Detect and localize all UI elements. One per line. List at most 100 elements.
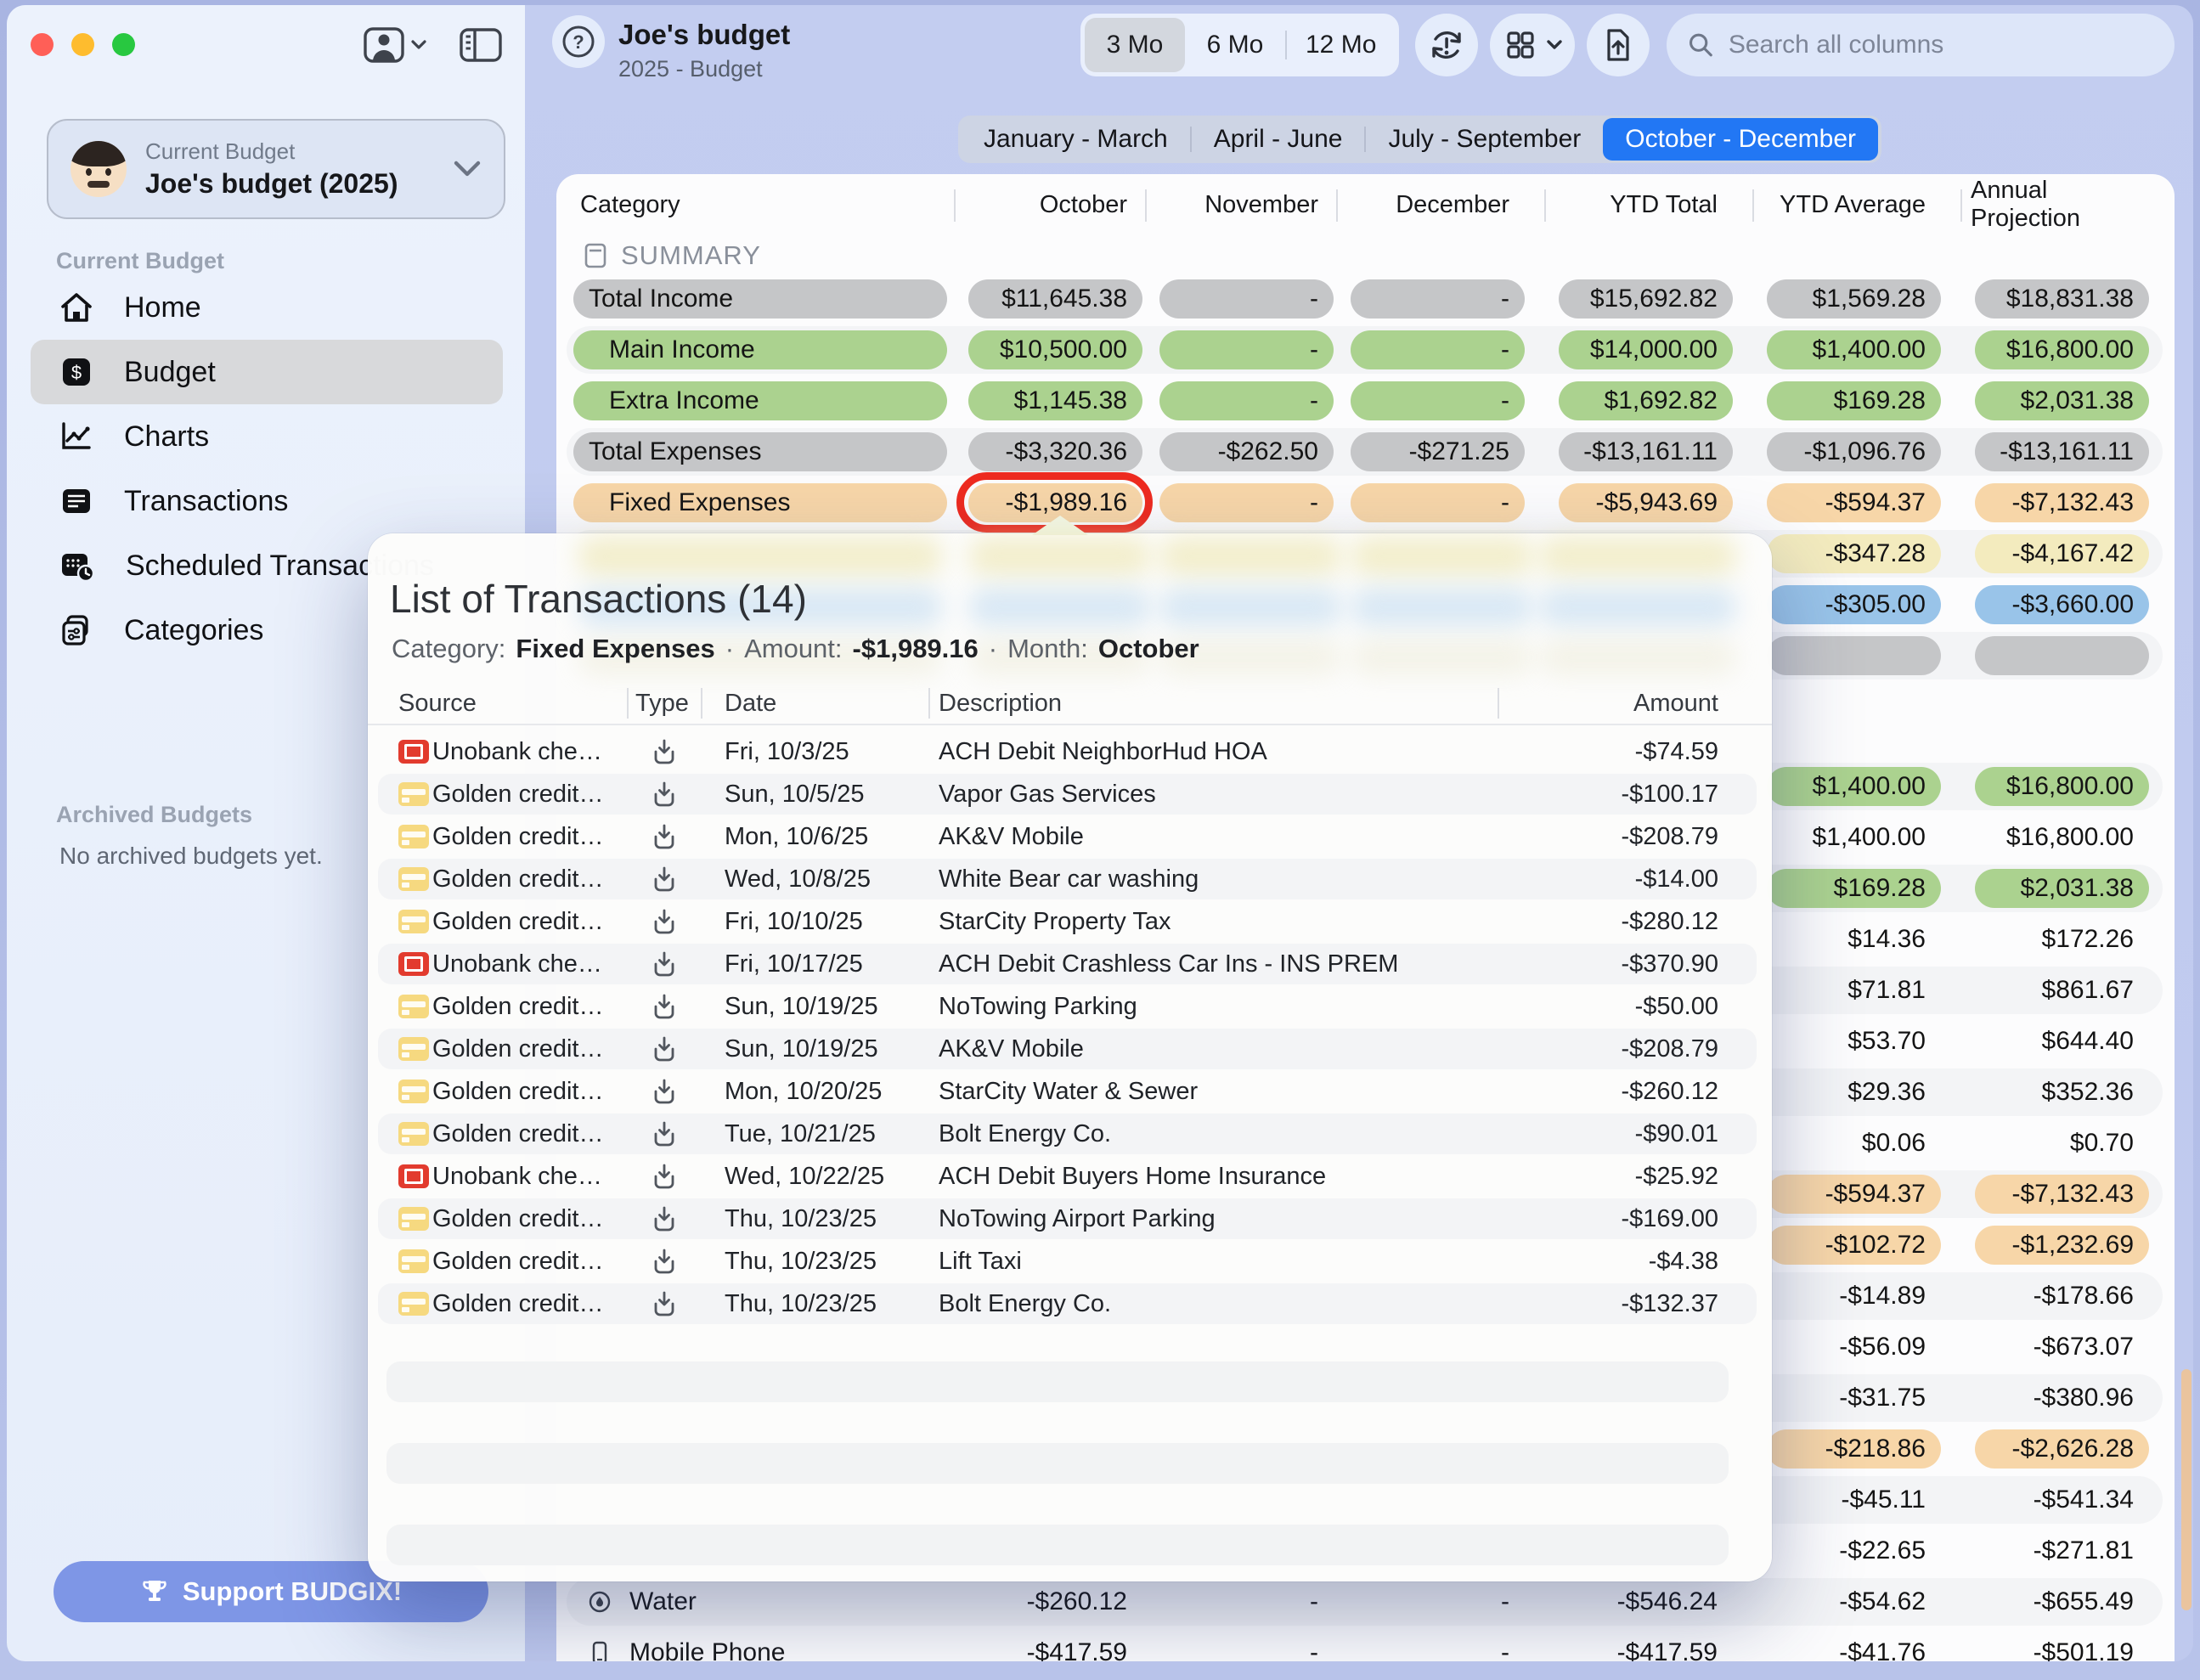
table-row[interactable]: Main Income$10,500.00--$14,000.00$1,400.… <box>556 324 2175 375</box>
sidebar-item-label: Home <box>124 291 201 324</box>
range-option-12-mo[interactable]: 12 Mo <box>1287 18 1395 72</box>
transaction-row[interactable]: Unobank che…Wed, 10/22/25ACH Debit Buyer… <box>368 1155 1772 1198</box>
transaction-row[interactable]: Unobank che…Fri, 10/17/25ACH Debit Crash… <box>368 943 1772 985</box>
txn-date: Thu, 10/23/25 <box>725 1198 877 1240</box>
toggle-sidebar-button[interactable] <box>459 26 503 64</box>
value-pill: - <box>1159 279 1334 319</box>
value-cell: -$1,232.69 <box>1975 1226 2149 1265</box>
category-pill: Main Income <box>573 330 947 369</box>
import-icon <box>652 1240 677 1283</box>
table-row[interactable]: Fixed Expenses-$1,989.16---$5,943.69-$59… <box>556 477 2175 528</box>
zoom-window-button[interactable] <box>112 33 135 56</box>
trophy-icon <box>140 1577 169 1606</box>
help-button[interactable]: ? <box>552 15 605 68</box>
range-option-6-mo[interactable]: 6 Mo <box>1185 18 1285 72</box>
transaction-row[interactable]: Golden credit…Thu, 10/23/25Bolt Energy C… <box>368 1283 1772 1325</box>
close-window-button[interactable] <box>31 33 54 56</box>
sync-alert-button[interactable] <box>1415 14 1478 76</box>
value-pill: -$3,320.36 <box>968 432 1142 471</box>
transaction-row[interactable]: Golden credit…Sun, 10/19/25AK&V Mobile-$… <box>368 1028 1772 1070</box>
table-row[interactable]: Mobile Phone-$417.59---$417.59-$41.76-$5… <box>556 1627 2175 1661</box>
txn-source: Golden credit… <box>432 1113 604 1155</box>
home-icon <box>59 291 93 324</box>
tab-april-june[interactable]: April - June <box>1192 118 1365 161</box>
transaction-row[interactable]: Golden credit…Wed, 10/8/25White Bear car… <box>368 858 1772 900</box>
txn-source: Golden credit… <box>432 1070 604 1113</box>
txn-amount: -$208.79 <box>1622 1028 1719 1070</box>
import-icon <box>652 1198 677 1240</box>
category-pill: Extra Income <box>573 381 947 420</box>
txn-column-header-description[interactable]: Description <box>939 683 1062 724</box>
value-cell: -$546.24 <box>1559 1582 1733 1621</box>
sidebar-item-transactions[interactable]: Transactions <box>31 469 503 533</box>
table-row[interactable]: Total Income$11,645.38--$15,692.82$1,569… <box>556 273 2175 324</box>
column-header-november[interactable]: November <box>1155 174 1318 235</box>
txn-description: AK&V Mobile <box>939 1028 1084 1070</box>
txn-column-header-type[interactable]: Type <box>635 683 689 724</box>
credit-card-icon <box>398 1113 429 1155</box>
scrollbar-thumb[interactable] <box>2181 1369 2192 1610</box>
txn-amount: -$90.01 <box>1635 1113 1718 1155</box>
txn-column-header-amount[interactable]: Amount <box>1633 683 1718 724</box>
txn-amount: -$208.79 <box>1622 815 1719 858</box>
sidebar-item-budget[interactable]: $Budget <box>31 340 503 404</box>
transaction-row[interactable]: Golden credit…Mon, 10/20/25StarCity Wate… <box>368 1070 1772 1113</box>
tab-july-september[interactable]: July - September <box>1366 118 1603 161</box>
value-pill: $1,692.82 <box>1559 381 1733 420</box>
transaction-row[interactable]: Golden credit…Fri, 10/10/25StarCity Prop… <box>368 900 1772 943</box>
value-pill: -$3,660.00 <box>1975 585 2149 624</box>
credit-card-icon <box>398 900 429 943</box>
column-header-ytd-total[interactable]: YTD Total <box>1554 174 1718 235</box>
transaction-row[interactable]: Unobank che…Fri, 10/3/25ACH Debit Neighb… <box>368 730 1772 773</box>
layout-menu-button[interactable] <box>1490 14 1575 76</box>
value-cell: $14.36 <box>1767 920 1941 959</box>
value-pill: -$4,167.42 <box>1975 534 2149 573</box>
category-pill: Total Expenses <box>573 432 947 471</box>
txn-column-header-date[interactable]: Date <box>725 683 776 724</box>
tab-october-december[interactable]: October - December <box>1603 118 1878 161</box>
budget-selector[interactable]: Current Budget Joe's budget (2025) <box>47 119 505 219</box>
value-cell: $0.06 <box>1767 1124 1941 1163</box>
page-title: Joe's budget <box>618 19 790 51</box>
search-icon <box>1687 30 1715 60</box>
import-file-button[interactable] <box>1587 14 1650 76</box>
column-header-december[interactable]: December <box>1346 174 1509 235</box>
sidebar-item-home[interactable]: Home <box>31 275 503 340</box>
value-cell: -$45.11 <box>1767 1480 1941 1519</box>
import-icon <box>652 900 677 943</box>
column-header-category[interactable]: Category <box>580 174 937 235</box>
txn-source: Golden credit… <box>432 773 604 815</box>
svg-text:?: ? <box>573 31 584 53</box>
transaction-row[interactable]: Golden credit…Thu, 10/23/25Lift Taxi-$4.… <box>368 1240 1772 1283</box>
value-cell: -$178.66 <box>1975 1277 2149 1316</box>
minimize-window-button[interactable] <box>71 33 94 56</box>
search-input[interactable] <box>1729 31 2154 59</box>
category-label: Mobile Phone <box>587 1627 785 1661</box>
txn-amount: -$260.12 <box>1622 1070 1719 1113</box>
value-cell: -$7,132.43 <box>1975 1175 2149 1214</box>
table-row[interactable]: Water-$260.12---$546.24-$54.62-$655.49 <box>556 1576 2175 1627</box>
value-cell: $861.67 <box>1975 971 2149 1010</box>
transaction-row[interactable]: Golden credit…Tue, 10/21/25Bolt Energy C… <box>368 1113 1772 1155</box>
column-header-october[interactable]: October <box>964 174 1127 235</box>
table-row[interactable]: Extra Income$1,145.38--$1,692.82$169.28$… <box>556 375 2175 426</box>
value-cell: -$417.59 <box>1559 1633 1733 1661</box>
value-pill: -$347.28 <box>1767 534 1941 573</box>
range-option-3-mo[interactable]: 3 Mo <box>1085 18 1185 72</box>
txn-column-header-source[interactable]: Source <box>398 683 477 724</box>
value-pill: -$262.50 <box>1159 432 1334 471</box>
column-header-ytd-average[interactable]: YTD Average <box>1763 174 1926 235</box>
tab-january-march[interactable]: January - March <box>962 118 1190 161</box>
transaction-row[interactable]: Golden credit…Sun, 10/5/25Vapor Gas Serv… <box>368 773 1772 815</box>
txn-date: Wed, 10/22/25 <box>725 1155 884 1198</box>
transaction-row[interactable]: Golden credit…Thu, 10/23/25NoTowing Airp… <box>368 1198 1772 1240</box>
value-cell: -$380.96 <box>1975 1378 2149 1418</box>
column-header-annual-projection[interactable]: Annual Projection <box>1971 174 2134 235</box>
account-menu-button[interactable] <box>362 25 426 65</box>
search-bar[interactable] <box>1667 14 2175 76</box>
transaction-row[interactable]: Golden credit…Sun, 10/19/25NoTowing Park… <box>368 985 1772 1028</box>
transaction-row[interactable]: Golden credit…Mon, 10/6/25AK&V Mobile-$2… <box>368 815 1772 858</box>
table-row[interactable]: Total Expenses-$3,320.36-$262.50-$271.25… <box>556 426 2175 477</box>
sidebar-item-charts[interactable]: Charts <box>31 404 503 469</box>
value-cell: -$22.65 <box>1767 1531 1941 1570</box>
